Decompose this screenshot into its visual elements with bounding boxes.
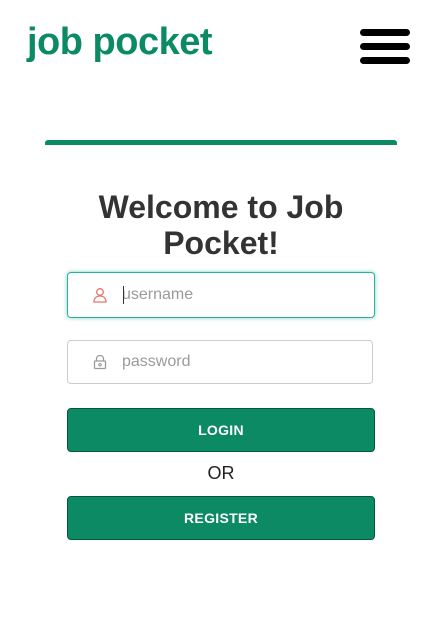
or-divider-text: OR [207,463,235,483]
text-caret [123,286,124,304]
login-button[interactable]: LOGIN [67,408,375,452]
username-input[interactable] [122,273,362,317]
password-field[interactable] [67,340,373,384]
lock-icon [93,354,107,370]
page-title: Welcome to Job Pocket! [98,189,344,261]
hamburger-menu-icon[interactable] [360,29,412,65]
menu-bar [360,57,410,64]
login-card-accent-bar [45,140,397,145]
password-input[interactable] [122,341,362,383]
page: job pocket Welcome to Job Pocket! LOGIN … [0,0,443,627]
menu-bar [360,43,410,50]
username-field[interactable] [67,272,375,318]
menu-bar [360,29,410,36]
brand-logo[interactable]: job pocket [27,18,213,66]
user-icon [93,288,107,303]
register-button[interactable]: REGISTER [67,496,375,540]
